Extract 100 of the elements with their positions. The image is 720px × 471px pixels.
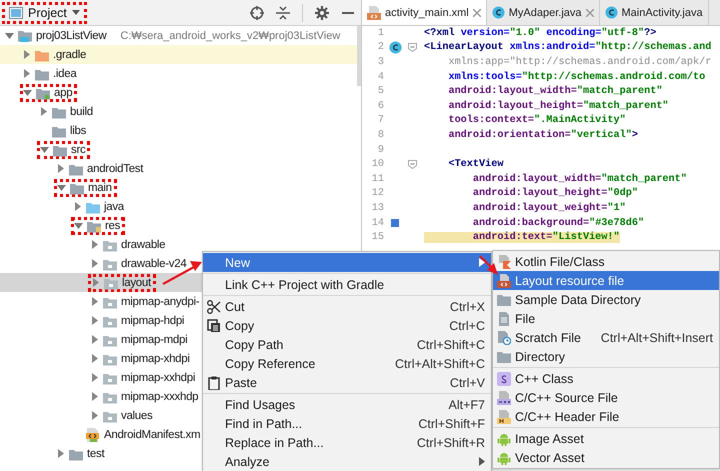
code-line: <TextView [447,159,504,170]
close-icon[interactable] [586,8,594,16]
tree-item[interactable]: mipmap-xhdpi [88,350,194,368]
collapsed-arrow-icon[interactable] [22,69,31,78]
menu-item[interactable]: Image Asset [493,429,719,448]
collapsed-arrow-icon[interactable] [56,164,65,173]
folder-icon [497,292,511,306]
tree-item[interactable]: drawable-v24 [88,254,190,272]
tree-item[interactable]: androidTest [54,160,148,178]
collapsed-arrow-icon[interactable] [90,240,99,249]
menu-item[interactable]: Find in Path... Ctrl+Shift+F [203,414,491,433]
tree-item[interactable]: app [20,84,78,102]
fold-icon[interactable] [408,160,417,170]
annotation-arrow [479,255,498,275]
window-icon [9,6,23,18]
menu-item[interactable]: File [493,309,719,328]
collapsed-arrow-icon[interactable] [91,278,100,287]
scissors-icon [207,300,221,314]
menu-item[interactable]: Copy Path Ctrl+Shift+C [203,335,491,354]
menu-item[interactable]: Analyze [203,452,491,471]
expanded-arrow-icon[interactable] [23,88,32,97]
collapsed-arrow-icon[interactable] [39,107,48,116]
tree-item[interactable]: proj03ListView [3,26,110,44]
collapsed-arrow-icon[interactable] [90,392,99,401]
menu-item[interactable]: Cut Ctrl+X [203,297,491,316]
keyboard-shortcut: Ctrl+Alt+Shift+Insert [600,330,713,344]
menu-item[interactable]: C/C++ Header File [493,407,719,426]
tree-item[interactable]: mipmap-anydpi- [88,292,204,310]
tree-item[interactable]: build [37,102,97,120]
menu-item[interactable]: New [203,253,491,272]
code-line: xmlns:tools="http://schemas.android.com/to [447,72,706,83]
folder-icon [497,350,511,364]
collapsed-arrow-icon[interactable] [90,411,99,420]
tree-item[interactable]: res [71,216,126,234]
menu-item[interactable]: Sample Data Directory [493,290,719,309]
tree-item[interactable]: mipmap-xxxhdp [88,388,202,406]
close-icon[interactable] [472,8,481,16]
collapsed-arrow-icon[interactable] [56,449,65,458]
tree-item[interactable]: main [54,178,117,196]
menu-item[interactable]: Copy Reference Ctrl+Alt+Shift+C [203,354,491,373]
expanded-arrow-icon[interactable] [57,183,66,192]
collapse-all-icon[interactable] [276,6,290,20]
tree-item[interactable]: mipmap-xxhdpi [88,368,200,386]
tree-item[interactable]: .gradle [20,46,90,64]
keyboard-shortcut: Ctrl+Alt+Shift+C [395,356,485,370]
line-number: 13 [370,202,384,214]
tree-item[interactable]: java [71,198,128,216]
fold-icon[interactable] [408,43,417,52]
expanded-arrow-icon[interactable] [40,145,49,154]
collapsed-arrow-icon[interactable] [73,202,82,211]
menu-item[interactable]: Replace in Path... Ctrl+Shift+R [203,433,491,452]
scrollbar[interactable] [357,26,361,86]
menu-item[interactable]: Copy Ctrl+C [203,316,491,335]
menu-item[interactable]: Vector Asset [493,448,719,467]
editor-tab[interactable]: MyAdaper.java [486,0,600,25]
expanded-arrow-icon[interactable] [5,31,14,40]
collapsed-arrow-icon[interactable] [90,335,99,344]
code-line: android:layout_height="match_parent" [447,100,669,112]
editor-tab[interactable]: activity_main.xml [362,0,487,25]
menu-item[interactable]: Directory [493,347,719,366]
keyboard-shortcut: Ctrl+Shift+F [418,416,485,430]
collapsed-arrow-icon[interactable] [90,259,99,268]
cpp-source-file-icon [497,390,511,404]
menu-item[interactable]: C/C++ Source File [493,388,719,407]
color-swatch [391,219,399,228]
project-view-dropdown[interactable]: Project [2,2,87,24]
menu-item[interactable]: C++ Class [493,369,719,388]
tree-item[interactable]: mipmap-mdpi [88,330,192,348]
xml-file-icon [367,6,381,20]
collapsed-arrow-icon[interactable] [90,373,99,382]
tree-item[interactable]: values [88,406,156,424]
locate-icon[interactable] [250,6,264,20]
editor-tab[interactable]: MainActivity.java [600,0,709,25]
code-line: android:background="#3e78d6" [472,218,644,229]
menu-item[interactable]: Kotlin File/Class [493,252,719,271]
menu-item[interactable]: Paste Ctrl+V [203,373,491,392]
tree-item[interactable]: libs [37,122,90,140]
tree-item[interactable]: src [37,140,90,158]
menu-item[interactable]: Link C++ Project with Gradle [203,275,491,294]
collapsed-arrow-icon[interactable] [22,50,31,59]
menu-item[interactable]: Scratch File Ctrl+Alt+Shift+Insert [493,328,719,347]
tree-item[interactable]: layout [88,274,156,292]
scratch-file-icon [497,330,511,344]
collapsed-arrow-icon[interactable] [90,316,99,325]
tree-item[interactable]: mipmap-hdpi [88,312,188,330]
menu-item[interactable]: Layout resource file [493,271,719,290]
tree-item[interactable]: AndroidManifest.xm [71,426,204,444]
settings-icon[interactable] [315,6,329,20]
tree-item[interactable]: drawable [88,236,170,254]
tree-item[interactable]: .idea [20,64,80,82]
line-number: 11 [370,174,384,185]
tree-item[interactable]: test [54,444,108,462]
clipboard-icon [207,376,221,390]
code-line: android:layout_width="match_parent" [472,174,687,185]
expanded-arrow-icon[interactable] [74,221,83,230]
file-icon [497,312,511,326]
collapsed-arrow-icon[interactable] [90,354,99,363]
project-module-icon [17,28,33,42]
menu-item[interactable]: Find Usages Alt+F7 [203,395,491,414]
collapsed-arrow-icon[interactable] [90,297,99,306]
